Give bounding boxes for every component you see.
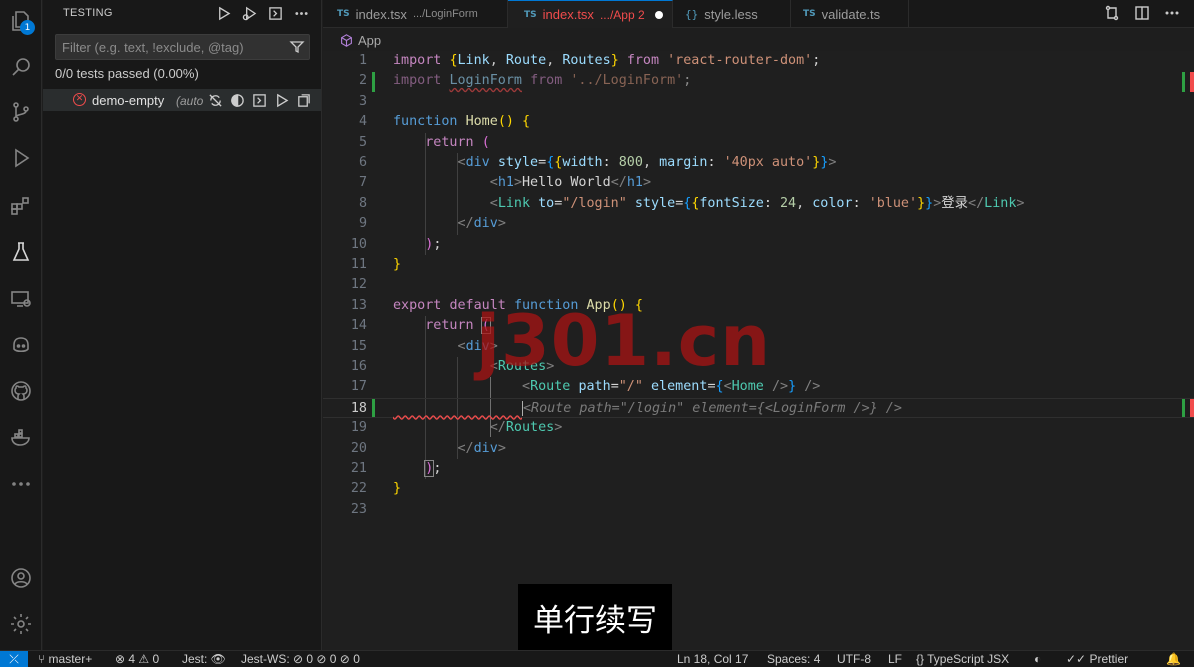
go-to-test-icon[interactable] — [295, 92, 311, 108]
run-debug-icon[interactable] — [6, 143, 36, 173]
activity-bar: 1 — [0, 0, 42, 650]
test-filter-input[interactable] — [56, 35, 281, 59]
testing-icon[interactable] — [6, 237, 36, 267]
code-line: 8 <Link to="/login" style={{fontSize: 24… — [358, 195, 1025, 211]
watermark: j301.cn — [476, 300, 772, 382]
source-control-icon[interactable] — [6, 97, 36, 127]
github-icon[interactable] — [6, 376, 36, 406]
code-line: 23 — [350, 501, 367, 517]
code-line: 9 </div> — [358, 216, 506, 232]
tab-style-less[interactable]: {} style.less — [673, 0, 791, 28]
video-subtitle: 单行续写 — [518, 584, 672, 650]
debug-tests-icon[interactable] — [241, 5, 257, 21]
tab-label: index.tsx — [542, 7, 594, 22]
status-bar: ⤫ ⑂ master+ ⊗ 4 ⚠ 0 Jest: 👁 Jest-WS: ⊘ 0… — [0, 650, 1194, 667]
tab-label: index.tsx — [355, 6, 407, 22]
code-line: 7 <h1>Hello World</h1> — [358, 175, 651, 191]
sidebar-title: TESTING — [63, 7, 113, 19]
code-line: 4 function Home() { — [358, 114, 531, 130]
test-item-name: demo-empty — [92, 93, 165, 108]
tab-description: .../App 2 — [599, 7, 645, 22]
terminal-icon[interactable] — [251, 92, 267, 108]
more-actions-icon[interactable] — [293, 5, 309, 21]
remote-explorer-icon[interactable] — [6, 284, 36, 314]
code-line: 12 — [350, 277, 367, 293]
tab-app-index[interactable]: TS index.tsx .../App 2 — [508, 0, 673, 28]
indentation-status[interactable]: Spaces: 4 — [767, 652, 820, 666]
tab-loginform-index[interactable]: TS index.tsx .../LoginForm — [323, 0, 508, 28]
code-line: 5 return ( — [358, 134, 490, 150]
unsaved-dot-icon[interactable] — [654, 10, 663, 19]
toggle-auto-run-icon[interactable] — [207, 92, 223, 108]
search-icon[interactable] — [6, 52, 36, 82]
tab-label: validate.ts — [821, 6, 881, 22]
docker-icon[interactable] — [6, 423, 36, 453]
code-line-current: 18 <Route path="/login" element={<LoginF… — [323, 397, 1194, 419]
eol-status[interactable]: LF — [888, 652, 902, 666]
problems-status[interactable]: ⊗ 4 ⚠ 0 — [115, 652, 159, 666]
branch-status[interactable]: ⑂ master+ — [38, 652, 92, 666]
copilot-status-icon[interactable]: ◐ — [1034, 652, 1041, 666]
copilot-icon[interactable] — [6, 330, 36, 360]
sidebar-actions — [215, 5, 309, 21]
code-line: 2 import LoginForm from '../LoginForm'; — [358, 73, 692, 89]
tests-passed-summary: 0/0 tests passed (0.00%) — [55, 66, 199, 81]
tab-validate-ts[interactable]: TS validate.ts — [791, 0, 909, 28]
breadcrumb-symbol: App — [358, 33, 382, 48]
settings-gear-icon[interactable] — [6, 609, 36, 639]
breadcrumb[interactable]: App — [340, 33, 381, 48]
jest-ws-status[interactable]: Jest-WS: ⊘ 0 ⊘ 0 ⊘ 0 — [241, 652, 360, 666]
test-item-badge: (auto — [176, 94, 204, 108]
tab-label: style.less — [704, 6, 758, 22]
editor-actions — [1104, 5, 1180, 21]
error-circle-icon: ✕ — [73, 93, 86, 106]
code-line: 20 </div> — [350, 440, 506, 456]
run-tests-icon[interactable] — [215, 5, 231, 21]
typescript-icon: TS — [337, 9, 350, 19]
explorer-badge: 1 — [20, 20, 35, 35]
typescript-icon: TS — [524, 9, 537, 20]
braces-icon: {} — [685, 7, 699, 21]
typescript-icon: TS — [803, 9, 816, 19]
filter-funnel-icon[interactable] — [289, 39, 305, 55]
testing-sidebar: TESTING 0/0 tests passed (0.00%) ✕ demo-… — [43, 0, 322, 650]
test-item-actions — [207, 92, 311, 108]
extensions-icon[interactable] — [6, 191, 36, 221]
open-changes-icon[interactable] — [1104, 5, 1120, 21]
show-output-icon[interactable] — [267, 5, 283, 21]
code-line: 22} — [350, 481, 402, 497]
encoding-status[interactable]: UTF-8 — [837, 652, 871, 666]
tab-description: .../LoginForm — [412, 8, 478, 20]
test-filter — [55, 34, 310, 60]
coverage-icon[interactable] — [229, 92, 245, 108]
split-editor-icon[interactable] — [1134, 5, 1150, 21]
code-line: 6 <div style={{width: 800, margin: '40px… — [358, 155, 837, 170]
code-line: 3 — [358, 93, 367, 109]
symbol-function-icon — [340, 34, 353, 47]
test-item-demo-empty[interactable]: ✕ demo-empty (auto — [43, 89, 321, 111]
code-line: 10 ); — [350, 236, 442, 252]
code-line: 19 </Routes> — [350, 420, 563, 436]
code-line: 1 import {Link, Route, Routes} from 'reac… — [358, 53, 821, 68]
run-test-icon[interactable] — [273, 92, 289, 108]
jest-status[interactable]: Jest: 👁 — [182, 652, 226, 666]
editor-tabs: TS index.tsx .../LoginForm TS index.tsx … — [323, 0, 1194, 28]
prettier-status[interactable]: ✓✓ Prettier — [1066, 652, 1128, 666]
cursor-position[interactable]: Ln 18, Col 17 — [677, 652, 748, 666]
language-mode[interactable]: {} TypeScript JSX — [916, 652, 1009, 666]
notifications-bell-icon[interactable]: 🔔 — [1166, 652, 1181, 666]
more-icon[interactable] — [6, 469, 36, 499]
editor-more-icon[interactable] — [1164, 5, 1180, 21]
remote-indicator-icon[interactable]: ⤫ — [0, 651, 28, 667]
account-icon[interactable] — [6, 563, 36, 593]
code-line: 21 ); — [350, 460, 442, 477]
code-line: 11} — [350, 257, 402, 272]
